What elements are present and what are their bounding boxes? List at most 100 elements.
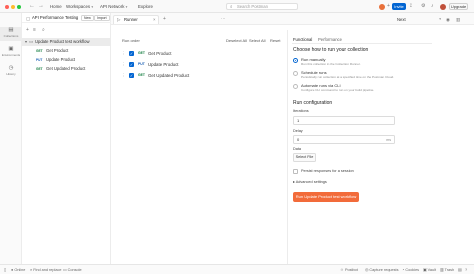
sidebar: ▢ API Performance Testing New Import + ≡… <box>22 13 111 264</box>
invite-button[interactable]: Invite <box>392 3 406 10</box>
drag-handle-icon[interactable]: ⋮ <box>121 62 125 67</box>
request-method: GET <box>138 51 145 55</box>
request-checkbox[interactable]: ✓ <box>129 62 134 67</box>
deselect-all-link[interactable]: Deselect All <box>226 38 247 43</box>
workspace-header: ▢ API Performance Testing New Import <box>22 13 111 23</box>
history-icon: ◷ <box>8 65 14 71</box>
capture-requests-label: Capture requests <box>369 268 399 272</box>
reset-link[interactable]: Reset <box>270 38 280 43</box>
tree-request[interactable]: PUT Update Product <box>22 56 111 64</box>
bell-icon[interactable]: ♪ <box>431 3 434 10</box>
eye-icon[interactable]: ◉ <box>446 16 450 23</box>
search-placeholder: Search Postman <box>237 4 268 9</box>
request-name: Get Product <box>148 51 172 56</box>
drag-handle-icon[interactable]: ⋮ <box>121 51 125 56</box>
cookies-button[interactable]: ◔ Cookies <box>402 267 419 273</box>
select-file-button[interactable]: Select File <box>293 153 316 162</box>
run-manually-radio[interactable] <box>293 58 298 63</box>
filter-icon[interactable]: ≡ <box>33 27 36 33</box>
online-status[interactable]: ● Online <box>11 267 25 273</box>
rail-environments[interactable]: ▣ Environments <box>0 46 22 60</box>
automate-cli-desc: Configure CLI command to run on your bui… <box>301 88 375 92</box>
capture-requests-button[interactable]: ◎ Capture requests <box>365 267 399 273</box>
tree-request[interactable]: GET Get Product <box>22 47 111 55</box>
layout-icon[interactable]: ▤ <box>458 267 462 273</box>
satellite-icon[interactable]: ⟟ <box>410 3 412 10</box>
tab-runner[interactable]: ▷ Runner × <box>113 15 159 24</box>
schedule-runs-desc: Periodically run collection at a specifi… <box>301 75 395 79</box>
add-user-icon[interactable]: + <box>387 3 390 10</box>
trash-button[interactable]: ▥ Trash <box>440 267 454 273</box>
tab-bar: ▷ Runner × + ··· Next ▾ ◉ ▥ <box>111 13 474 25</box>
postbot-label: Postbot <box>344 268 358 272</box>
automate-cli-radio[interactable] <box>293 84 298 89</box>
new-tab-icon[interactable]: + <box>163 16 166 22</box>
sidebar-toggle-icon[interactable]: ▯ <box>4 267 6 273</box>
run-collection-button[interactable]: Run Update Product test workflow <box>293 192 359 202</box>
rail-history[interactable]: ◷ History <box>0 65 22 79</box>
tree-request-method: GET <box>36 49 43 53</box>
icon-rail: ▤ Collections ▣ Environments ◷ History <box>0 13 22 264</box>
close-icon[interactable]: × <box>153 17 156 23</box>
postbot-button[interactable]: ☺ Postbot <box>340 267 358 273</box>
import-button[interactable]: Import <box>94 15 110 21</box>
schedule-runs-radio[interactable] <box>293 71 298 76</box>
tree-request[interactable]: GET Get Updated Product <box>22 65 111 73</box>
vault-button[interactable]: ▣ Vault <box>423 267 436 273</box>
tree-request-label: Update Product <box>46 57 76 62</box>
iterations-label: Iterations <box>293 109 309 113</box>
gear-icon[interactable]: ⚙ <box>421 3 425 10</box>
menu-explore[interactable]: Explore <box>138 3 153 10</box>
tree-folder[interactable]: ▾ ▭ Update Product test workflow <box>22 38 111 46</box>
workspace-name[interactable]: API Performance Testing <box>32 15 78 21</box>
arrow-left-icon[interactable]: ← <box>29 3 35 10</box>
request-checkbox[interactable]: ✓ <box>129 73 134 78</box>
rail-collections[interactable]: ▤ Collections <box>0 27 22 41</box>
tree-request-label: Get Product <box>46 48 69 53</box>
menu-workspaces[interactable]: Workspaces ▾ <box>66 3 93 11</box>
chevron-down-icon: ▾ <box>439 17 441 21</box>
search-input[interactable]: ⌕ Search Postman <box>226 3 298 10</box>
window-maximize-dot[interactable] <box>17 5 21 9</box>
request-checkbox[interactable]: ✓ <box>129 51 134 56</box>
drag-handle-icon[interactable]: ⋮ <box>121 73 125 78</box>
panel-divider[interactable] <box>287 30 288 264</box>
run-order-item[interactable]: ⋮ ✓ GET Get Updated Product <box>118 71 283 81</box>
run-order-item[interactable]: ⋮ ✓ PUT Update Product <box>118 60 283 70</box>
upgrade-button[interactable]: Upgrade <box>449 3 468 10</box>
more-icon[interactable]: ··· <box>221 16 225 22</box>
window-minimize-dot[interactable] <box>11 5 15 9</box>
avatar[interactable] <box>379 4 385 10</box>
arrow-right-icon[interactable]: → <box>38 3 44 10</box>
status-bar: ▯ ● Online ⌕ Find and replace ▭ Console … <box>0 264 474 274</box>
menu-api-network[interactable]: API Network ▾ <box>100 3 127 11</box>
find-replace-button[interactable]: ⌕ Find and replace <box>30 267 61 273</box>
environment-quicklook-icon[interactable]: ▥ <box>456 16 460 23</box>
environment-select[interactable]: Next ▾ <box>397 16 441 23</box>
sidebar-search-icon[interactable]: ⌕ <box>42 27 45 33</box>
run-config-heading: Run configuration <box>293 100 333 106</box>
delay-field[interactable]: 0 ms <box>293 135 395 144</box>
run-order-item[interactable]: ⋮ ✓ GET Get Product <box>118 49 283 59</box>
menu-home[interactable]: Home <box>50 3 62 10</box>
cookies-label: Cookies <box>405 268 420 272</box>
tree-request-method: PUT <box>36 58 43 62</box>
advanced-settings-toggle[interactable]: ▸ Advanced settings <box>293 180 327 185</box>
new-button[interactable]: New <box>81 15 94 21</box>
select-all-link[interactable]: Select All <box>249 38 265 43</box>
request-name: Update Product <box>148 62 179 67</box>
console-button[interactable]: ▭ Console <box>63 267 82 273</box>
profile-avatar[interactable] <box>440 4 446 10</box>
add-icon[interactable]: + <box>26 27 29 33</box>
iterations-field[interactable]: 1 <box>293 116 395 125</box>
environment-label: Next <box>397 17 406 22</box>
console-label: Console <box>67 268 82 272</box>
request-method: PUT <box>138 62 145 66</box>
help-icon[interactable]: ? <box>465 267 467 273</box>
run-order-label: Run order <box>122 38 140 43</box>
data-label: Data <box>293 147 302 151</box>
delay-value: 0 <box>297 137 300 142</box>
window-close-dot[interactable] <box>5 5 9 9</box>
collections-icon: ▤ <box>8 27 14 33</box>
persist-responses-checkbox[interactable] <box>293 169 298 174</box>
